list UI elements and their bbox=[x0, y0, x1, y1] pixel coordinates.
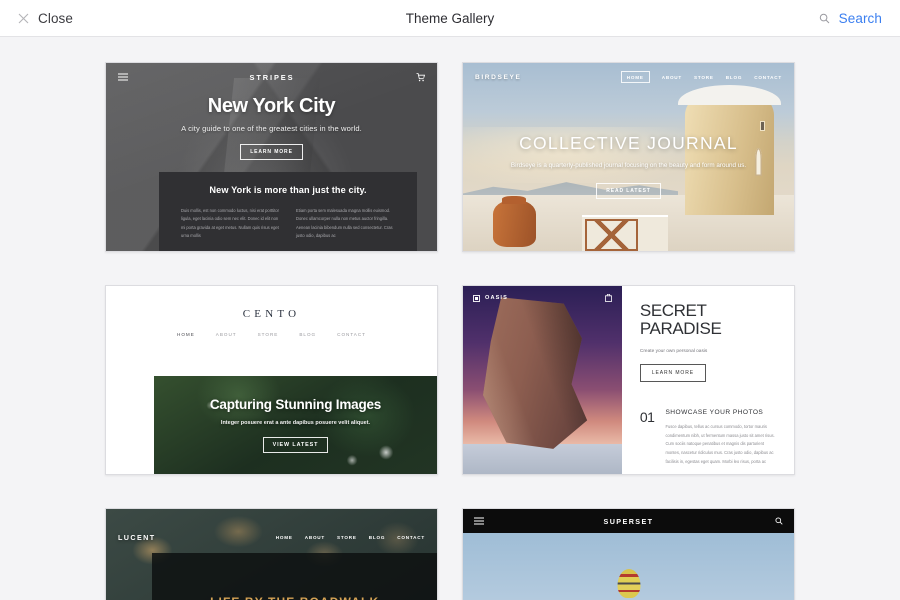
birdseye-headline: COLLECTIVE JOURNAL bbox=[519, 133, 738, 153]
lucent-headline: LIFE BY THE BOADWALK bbox=[152, 595, 437, 600]
theme-card-birdseye[interactable]: BIRDSEYE HOME ABOUT STORE BLOG CONTACT C… bbox=[462, 62, 795, 252]
search-label: Search bbox=[838, 10, 882, 26]
superset-logo: SUPERSET bbox=[603, 516, 654, 526]
oasis-section-body: Fusce dapibus, tellus ac cursus commodo,… bbox=[665, 423, 775, 464]
nav-link-home[interactable]: HOME bbox=[177, 332, 195, 337]
oasis-headline: SECRET PARADISE bbox=[639, 301, 722, 339]
clay-pot bbox=[492, 196, 536, 248]
hot-air-balloon bbox=[617, 569, 640, 598]
stripes-nav: STRIPES bbox=[106, 63, 437, 91]
cento-headline: Capturing Stunning Images bbox=[209, 397, 382, 413]
superset-nav: SUPERSET bbox=[463, 509, 794, 533]
stripes-panel-heading: New York is more than just the city. bbox=[209, 185, 367, 195]
search-button[interactable]: Search bbox=[819, 11, 882, 26]
stripes-cta-button[interactable]: LEARN MORE bbox=[240, 144, 303, 160]
lucent-nav: LUCENT HOME ABOUT STORE BLOG CONTACT bbox=[106, 523, 437, 551]
lucent-content-panel: LIFE BY THE BOADWALK Find your next home… bbox=[152, 553, 437, 600]
stripes-content-panel: New York is more than just the city. Dui… bbox=[158, 172, 418, 251]
nav-link-contact[interactable]: CONTACT bbox=[754, 75, 782, 80]
oasis-nav: OASIS bbox=[473, 294, 612, 302]
theme-preview-stripes: STRIPES New York City A city guide to on… bbox=[106, 63, 437, 251]
theme-grid: STRIPES New York City A city guide to on… bbox=[105, 62, 795, 600]
theme-gallery-scroll-area[interactable]: STRIPES New York City A city guide to on… bbox=[0, 37, 900, 600]
nav-link-contact[interactable]: CONTACT bbox=[337, 332, 366, 337]
theme-card-oasis[interactable]: OASIS SECRET PARADISE Create your own pe… bbox=[462, 285, 795, 475]
oasis-subtitle: Create your own personal oasis bbox=[639, 348, 708, 354]
theme-preview-cento: CENTO HOME ABOUT STORE BLOG CONTACT Capt… bbox=[106, 286, 437, 474]
hamburger-menu-icon[interactable] bbox=[118, 73, 128, 81]
window-top-bar: Close Theme Gallery Search bbox=[0, 0, 900, 37]
theme-card-superset[interactable]: SUPERSET JOIN IN ON THE ADVENTURE bbox=[462, 508, 795, 600]
stripes-text-columns: Duis mollis, est non commodo luctus, nis… bbox=[181, 207, 395, 241]
theme-card-cento[interactable]: CENTO HOME ABOUT STORE BLOG CONTACT Capt… bbox=[105, 285, 438, 475]
oasis-logo: OASIS bbox=[485, 295, 508, 301]
stripes-subtitle: A city guide to one of the greatest citi… bbox=[181, 124, 362, 133]
close-label: Close bbox=[38, 10, 74, 26]
superset-sky-photo: JOIN IN ON THE ADVENTURE bbox=[463, 533, 794, 600]
oasis-background-photo: OASIS bbox=[463, 286, 622, 474]
oasis-logo-group: OASIS bbox=[473, 294, 508, 302]
oasis-section-number: 01 bbox=[639, 408, 655, 425]
wooden-railing bbox=[585, 219, 639, 251]
oasis-feature-section: 01 SHOWCASE YOUR PHOTOS Fusce dapibus, t… bbox=[640, 409, 776, 467]
lucent-nav-links: HOME ABOUT STORE BLOG CONTACT bbox=[276, 535, 425, 540]
bag-icon[interactable] bbox=[604, 294, 612, 302]
nav-link-contact[interactable]: CONTACT bbox=[397, 535, 425, 540]
oasis-cta-button[interactable]: LEARN MORE bbox=[639, 363, 706, 382]
page-title: Theme Gallery bbox=[405, 10, 495, 26]
birdseye-cta-button[interactable]: READ LATEST bbox=[596, 183, 661, 199]
cento-subtitle: Integer posuere erat a ante dapibus posu… bbox=[220, 420, 371, 427]
oasis-section-text: SHOWCASE YOUR PHOTOS Fusce dapibus, tell… bbox=[665, 409, 776, 467]
theme-card-lucent[interactable]: LUCENT HOME ABOUT STORE BLOG CONTACT LIF… bbox=[105, 508, 438, 600]
nav-link-blog[interactable]: BLOG bbox=[299, 332, 316, 337]
oasis-content-panel: SECRET PARADISE Create your own personal… bbox=[622, 286, 794, 474]
theme-preview-lucent: LUCENT HOME ABOUT STORE BLOG CONTACT LIF… bbox=[106, 509, 437, 600]
theme-card-stripes[interactable]: STRIPES New York City A city guide to on… bbox=[105, 62, 438, 252]
theme-preview-oasis: OASIS SECRET PARADISE Create your own pe… bbox=[463, 286, 794, 474]
nav-link-home[interactable]: HOME bbox=[620, 71, 650, 83]
nav-link-store[interactable]: STORE bbox=[258, 332, 279, 337]
nav-link-blog[interactable]: BLOG bbox=[726, 75, 742, 80]
lucent-logo: LUCENT bbox=[118, 532, 156, 542]
search-icon bbox=[819, 13, 830, 24]
nav-link-about[interactable]: ABOUT bbox=[662, 75, 682, 80]
nav-link-store[interactable]: STORE bbox=[694, 75, 714, 80]
oasis-section-title: SHOWCASE YOUR PHOTOS bbox=[665, 408, 764, 416]
birdseye-nav-links: HOME ABOUT STORE BLOG CONTACT bbox=[620, 71, 782, 83]
nav-link-home[interactable]: HOME bbox=[276, 535, 293, 540]
theme-preview-birdseye: BIRDSEYE HOME ABOUT STORE BLOG CONTACT C… bbox=[463, 63, 794, 251]
square-logo-icon bbox=[473, 294, 480, 302]
theme-preview-superset: SUPERSET JOIN IN ON THE ADVENTURE bbox=[463, 509, 794, 600]
close-button[interactable]: Close bbox=[18, 11, 73, 26]
rock-formation bbox=[482, 297, 588, 449]
stripes-logo: STRIPES bbox=[249, 72, 295, 82]
cento-cta-button[interactable]: VIEW LATEST bbox=[262, 436, 329, 453]
cento-nav-links: HOME ABOUT STORE BLOG CONTACT bbox=[106, 332, 437, 337]
cento-hero-photo: Capturing Stunning Images Integer posuer… bbox=[154, 376, 437, 474]
ocean-band bbox=[463, 443, 622, 474]
shopping-cart-icon[interactable] bbox=[416, 72, 425, 82]
close-x-icon bbox=[18, 13, 29, 24]
stripes-headline: New York City bbox=[207, 95, 336, 117]
stripes-body-column-2: Etiam porta sem malesuada magna mollis e… bbox=[296, 208, 393, 239]
tower-window bbox=[760, 120, 765, 131]
nav-link-about[interactable]: ABOUT bbox=[216, 332, 237, 337]
birdseye-subtitle: Birdseye is a quarterly-published journa… bbox=[510, 162, 747, 169]
nav-link-store[interactable]: STORE bbox=[337, 535, 357, 540]
cento-logo: CENTO bbox=[242, 308, 301, 320]
birdseye-hero: COLLECTIVE JOURNAL Birdseye is a quarter… bbox=[463, 133, 794, 199]
birdseye-logo: BIRDSEYE bbox=[475, 73, 522, 81]
stripes-hero: New York City A city guide to one of the… bbox=[106, 95, 437, 160]
birdseye-nav: BIRDSEYE HOME ABOUT STORE BLOG CONTACT bbox=[463, 63, 794, 91]
nav-link-about[interactable]: ABOUT bbox=[305, 535, 325, 540]
stripes-body-column-1: Duis mollis, est non commodo luctus, nis… bbox=[180, 208, 280, 239]
nav-link-blog[interactable]: BLOG bbox=[369, 535, 385, 540]
